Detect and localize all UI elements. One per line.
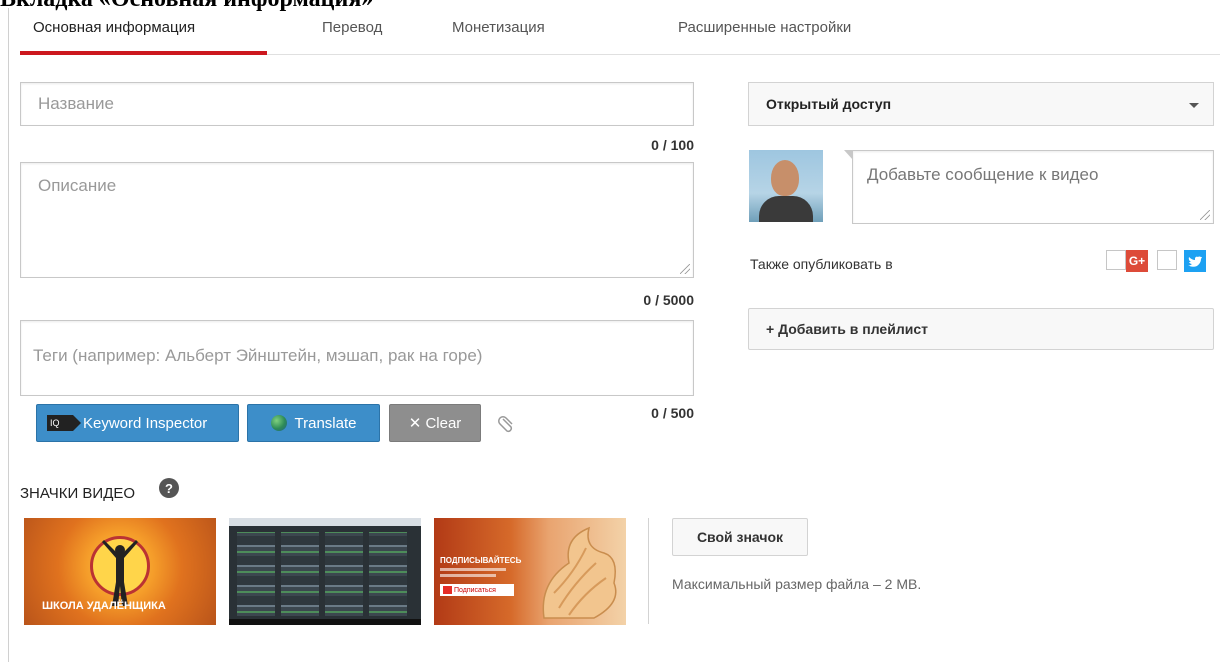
chevron-down-icon <box>1189 103 1199 108</box>
play-icon <box>443 586 452 594</box>
thumbnail-3-title: ПОДПИСЫВАЙТЕСЬ <box>440 556 522 565</box>
thumbnail-option-2[interactable] <box>229 518 421 625</box>
title-counter: 0 / 100 <box>651 137 694 153</box>
keyword-inspector-logo-icon: IQ <box>47 415 81 431</box>
screen-grid-content <box>237 532 413 616</box>
tags-placeholder: Теги (например: Альберт Эйнштейн, мэшап,… <box>33 346 483 365</box>
resize-handle-icon[interactable] <box>1200 210 1210 220</box>
tab-basic-info[interactable]: Основная информация <box>33 19 195 36</box>
page-heading: Вкладка «Основная информация» <box>0 0 373 13</box>
title-placeholder: Название <box>38 94 114 113</box>
thumbnail-option-1[interactable]: ШКОЛА УДАЛЁНЩИКА <box>24 518 216 625</box>
translate-label: Translate <box>294 414 357 432</box>
description-placeholder: Описание <box>38 176 117 195</box>
speech-bubble-tail <box>844 150 853 160</box>
globe-icon <box>270 415 287 431</box>
thumbnail-option-3[interactable]: ПОДПИСЫВАЙТЕСЬ Подписаться <box>434 518 626 625</box>
clear-label: ✕ Clear <box>408 415 462 432</box>
tab-translation[interactable]: Перевод <box>322 19 382 36</box>
gplus-checkbox[interactable] <box>1106 250 1126 270</box>
paperclip-icon[interactable] <box>497 414 517 434</box>
seashell-image <box>542 526 617 619</box>
max-file-size-note: Максимальный размер файла – 2 MB. <box>672 576 922 592</box>
twitter-icon <box>1184 250 1206 272</box>
left-border <box>8 8 9 662</box>
tab-monetization[interactable]: Монетизация <box>452 19 545 36</box>
tab-advanced-settings[interactable]: Расширенные настройки <box>678 19 851 36</box>
thumbnail-divider <box>648 518 649 624</box>
person-silhouette-icon <box>102 540 138 606</box>
keyword-inspector-label: Keyword Inspector <box>83 414 208 432</box>
screen-toolbar <box>229 518 421 526</box>
clear-button[interactable]: ✕ Clear <box>389 404 481 442</box>
title-input[interactable]: Название <box>20 82 694 126</box>
thumbnail-3-subscribe-button: Подписаться <box>440 584 514 596</box>
tags-counter: 0 / 500 <box>651 405 694 421</box>
privacy-select[interactable]: Открытый доступ <box>748 82 1214 126</box>
share-label: Также опубликовать в <box>750 256 893 272</box>
translate-button[interactable]: Translate <box>247 404 380 442</box>
description-textarea[interactable]: Описание <box>20 162 694 278</box>
message-placeholder: Добавьте сообщение к видео <box>867 165 1099 184</box>
resize-handle-icon[interactable] <box>680 264 690 274</box>
thumbnail-1-text: ШКОЛА УДАЛЁНЩИКА <box>42 600 166 612</box>
thumbnail-3-subtitle-line-2 <box>440 574 496 577</box>
thumbnails-title: ЗНАЧКИ ВИДЕО <box>20 485 136 502</box>
avatar <box>749 150 823 222</box>
description-counter: 0 / 5000 <box>643 292 694 308</box>
thumbnail-3-subtitle-line <box>440 568 506 571</box>
video-message-textarea[interactable]: Добавьте сообщение к видео <box>844 150 1214 224</box>
privacy-selected-value: Открытый доступ <box>766 96 892 112</box>
twitter-checkbox[interactable] <box>1157 250 1177 270</box>
avatar-shirt <box>759 196 813 222</box>
active-tab-indicator <box>20 51 267 55</box>
avatar-face <box>771 160 799 196</box>
help-icon[interactable]: ? <box>159 478 179 498</box>
google-plus-icon: G+ <box>1126 250 1148 272</box>
custom-thumbnail-button[interactable]: Свой значок <box>672 518 808 556</box>
add-to-playlist-button[interactable]: + Добавить в плейлист <box>748 308 1214 350</box>
screen-taskbar <box>229 619 421 625</box>
tags-input[interactable]: Теги (например: Альберт Эйнштейн, мэшап,… <box>20 320 694 396</box>
keyword-inspector-button[interactable]: IQ Keyword Inspector <box>36 404 239 442</box>
